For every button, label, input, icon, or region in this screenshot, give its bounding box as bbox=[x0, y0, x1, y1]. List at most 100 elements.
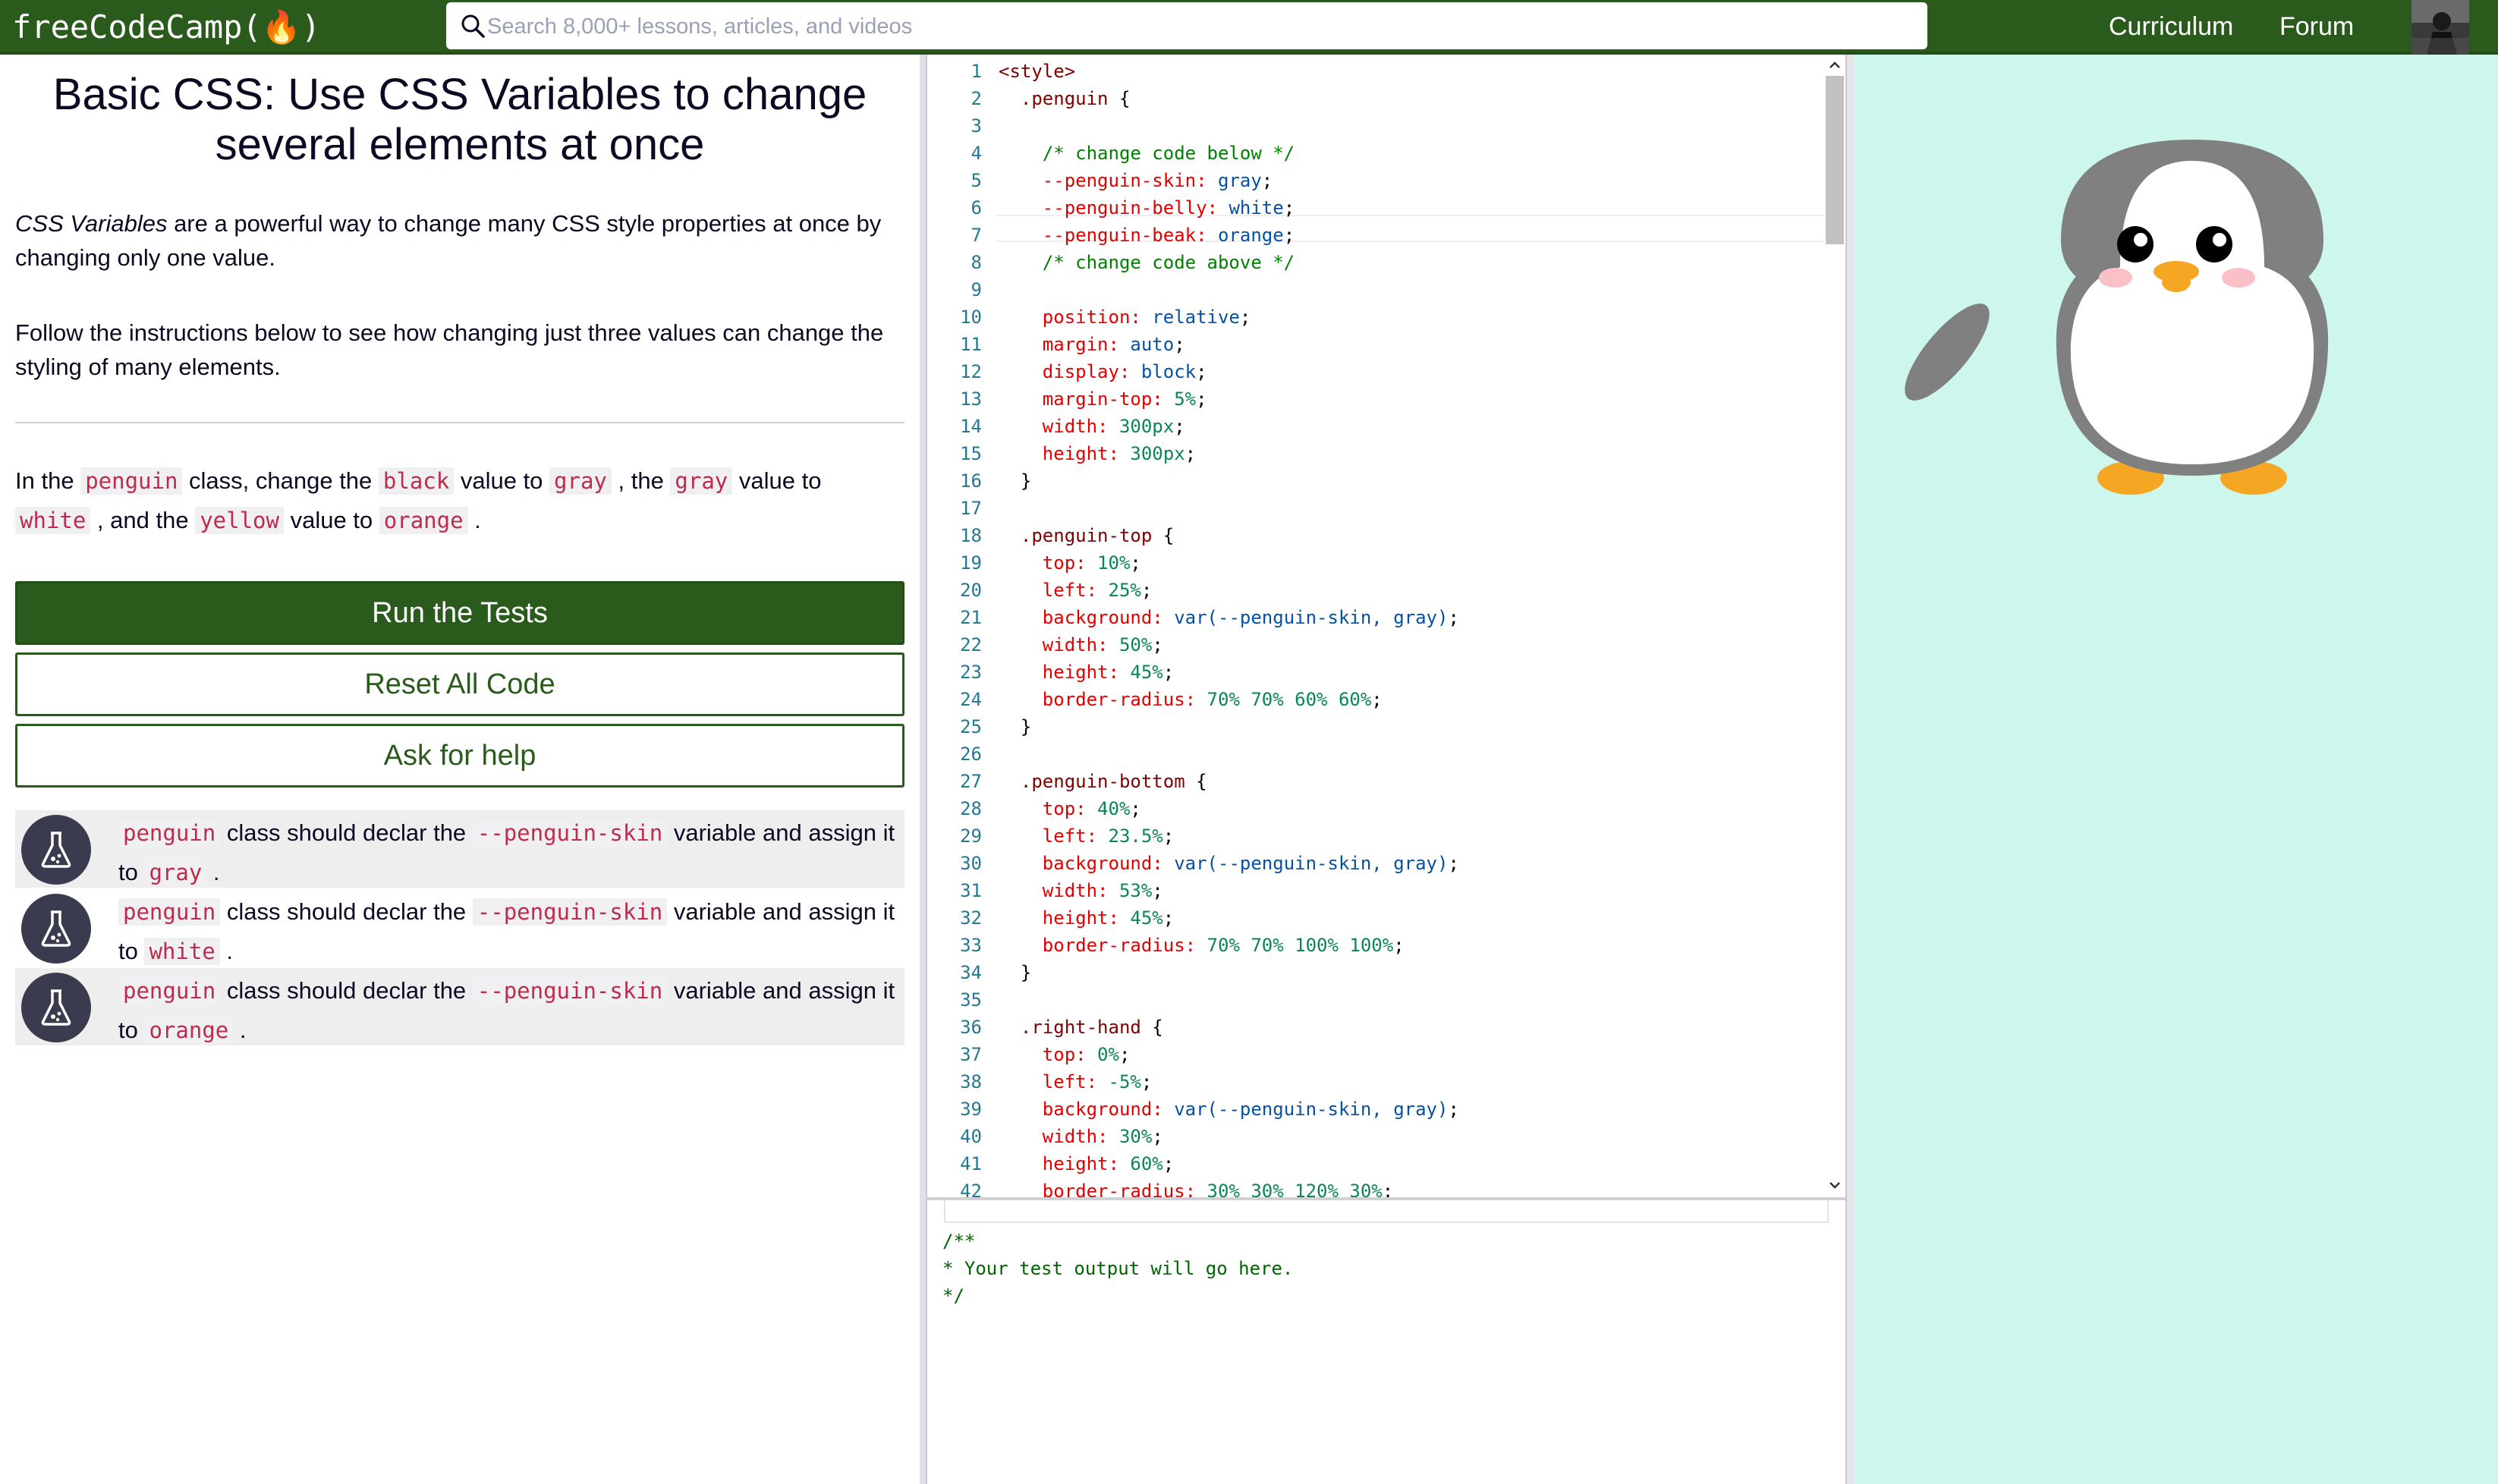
line-content: height: 45%; bbox=[999, 904, 1174, 932]
code-line[interactable]: 8 /* change code above */ bbox=[927, 249, 1830, 276]
code-line[interactable]: 40 width: 30%; bbox=[927, 1123, 1830, 1150]
scrollbar-thumb[interactable] bbox=[1826, 76, 1844, 244]
code-token: ; bbox=[1448, 1099, 1459, 1120]
line-number: 14 bbox=[960, 416, 982, 437]
code-line[interactable]: 14 width: 300px; bbox=[927, 413, 1830, 440]
code-line[interactable]: 34 } bbox=[927, 959, 1830, 986]
code-line[interactable]: 22 width: 50%; bbox=[927, 631, 1830, 659]
code-line[interactable]: 23 height: 45%; bbox=[927, 659, 1830, 686]
code-line[interactable]: 3 bbox=[927, 112, 1830, 140]
line-number: 24 bbox=[960, 689, 982, 710]
code-line[interactable]: 21 background: var(--penguin-skin, gray)… bbox=[927, 604, 1830, 631]
code-line[interactable]: 30 background: var(--penguin-skin, gray)… bbox=[927, 850, 1830, 877]
code-line[interactable]: 9 bbox=[927, 276, 1830, 303]
line-content: top: 10%; bbox=[999, 549, 1141, 577]
nav-link-curriculum[interactable]: Curriculum bbox=[2109, 8, 2233, 46]
code-line[interactable]: 27 .penguin-bottom { bbox=[927, 768, 1830, 795]
code-line[interactable]: 39 background: var(--penguin-skin, gray)… bbox=[927, 1096, 1830, 1123]
code-line[interactable]: 12 display: block; bbox=[927, 358, 1830, 385]
code-line[interactable]: 10 position: relative; bbox=[927, 303, 1830, 331]
code-token: var(--penguin-skin, gray) bbox=[1174, 853, 1449, 874]
freecodecamp-logo[interactable]: freeCodeCamp(🔥) bbox=[12, 5, 320, 50]
code-token: 30% 30% 120% 30% bbox=[1207, 1181, 1383, 1197]
search-input[interactable] bbox=[486, 8, 1915, 45]
line-number: 35 bbox=[960, 989, 982, 1011]
run-tests-button[interactable]: Run the Tests bbox=[15, 581, 905, 645]
pane-splitter-right[interactable] bbox=[1845, 55, 1855, 1484]
code-token: 30% bbox=[1118, 1126, 1153, 1147]
code-line[interactable]: 16 } bbox=[927, 467, 1830, 495]
code-line[interactable]: 5 --penguin-skin: gray; bbox=[927, 167, 1830, 194]
instr-text: In the bbox=[15, 467, 81, 494]
code-token: ; bbox=[1283, 225, 1295, 246]
line-number: 42 bbox=[960, 1181, 982, 1197]
instr-code: black bbox=[378, 467, 455, 495]
code-line[interactable]: 4 /* change code below */ bbox=[927, 140, 1830, 167]
code-token: left: bbox=[1042, 1071, 1098, 1093]
chevron-up-icon[interactable] bbox=[1827, 58, 1842, 73]
code-line[interactable]: 19 top: 10%; bbox=[927, 549, 1830, 577]
code-token: ; bbox=[1162, 825, 1175, 847]
reset-code-button[interactable]: Reset All Code bbox=[15, 652, 905, 716]
line-content: width: 50%; bbox=[999, 631, 1163, 659]
editor-scrollbar[interactable] bbox=[1824, 55, 1845, 1197]
code-line[interactable]: 33 border-radius: 70% 70% 100% 100%; bbox=[927, 932, 1830, 959]
code-token: 70% 70% 100% 100% bbox=[1207, 935, 1394, 956]
code-line[interactable]: 38 left: -5%; bbox=[927, 1068, 1830, 1096]
code-token: top: bbox=[1042, 552, 1087, 574]
line-content: margin-top: 5%; bbox=[999, 385, 1207, 413]
code-token: ; bbox=[1118, 1044, 1131, 1065]
code-line[interactable]: 15 height: 300px; bbox=[927, 440, 1830, 467]
code-token: ; bbox=[1162, 907, 1175, 929]
code-line[interactable]: 26 bbox=[927, 740, 1830, 768]
line-number: 11 bbox=[960, 334, 982, 355]
code-line[interactable]: 13 margin-top: 5%; bbox=[927, 385, 1830, 413]
code-line[interactable]: 18 .penguin-top { bbox=[927, 522, 1830, 549]
code-token: white bbox=[1229, 197, 1284, 219]
code-line[interactable]: 25 } bbox=[927, 713, 1830, 740]
code-line[interactable]: 7 --penguin-beak: orange; bbox=[927, 222, 1830, 249]
code-token: background: bbox=[1042, 1099, 1163, 1120]
code-line[interactable]: 2 .penguin { bbox=[927, 85, 1830, 112]
code-line[interactable]: 11 margin: auto; bbox=[927, 331, 1830, 358]
code-line[interactable]: 20 left: 25%; bbox=[927, 577, 1830, 604]
line-number: 37 bbox=[960, 1044, 982, 1065]
code-token: height: bbox=[1042, 662, 1119, 683]
code-line[interactable]: 32 height: 45%; bbox=[927, 904, 1830, 932]
line-content: .penguin { bbox=[999, 85, 1131, 112]
code-line[interactable]: 41 height: 60%; bbox=[927, 1150, 1830, 1177]
code-line[interactable]: 6 --penguin-belly: white; bbox=[927, 194, 1830, 222]
code-line[interactable]: 1 <style> bbox=[927, 58, 1830, 85]
chevron-down-icon[interactable] bbox=[1827, 1177, 1842, 1193]
code-line[interactable]: 29 left: 23.5%; bbox=[927, 822, 1830, 850]
code-line[interactable]: 17 bbox=[927, 495, 1830, 522]
code-token: .penguin-top bbox=[1020, 525, 1153, 546]
flask-icon bbox=[21, 973, 91, 1042]
code-token: orange bbox=[1218, 225, 1284, 246]
search-box[interactable] bbox=[446, 2, 1927, 49]
code-line[interactable]: 42 border-radius: 30% 30% 120% 30%; bbox=[927, 1177, 1830, 1197]
code-token: gray bbox=[1218, 170, 1262, 191]
code-editor[interactable]: 1 <style> 2 .penguin {3 4 /* change code be… bbox=[927, 55, 1845, 1197]
line-number: 2 bbox=[971, 88, 982, 109]
preview-pane bbox=[1855, 55, 2498, 1484]
code-line[interactable]: 36 .right-hand { bbox=[927, 1014, 1830, 1041]
nav-link-forum[interactable]: Forum bbox=[2279, 8, 2354, 46]
code-token: ; bbox=[1130, 798, 1141, 819]
pane-splitter-left[interactable] bbox=[920, 55, 927, 1484]
ask-help-button[interactable]: Ask for help bbox=[15, 724, 905, 788]
code-line[interactable]: 31 width: 53%; bbox=[927, 877, 1830, 904]
code-line[interactable]: 35 bbox=[927, 986, 1830, 1014]
code-line[interactable]: 37 top: 0%; bbox=[927, 1041, 1830, 1068]
user-avatar[interactable] bbox=[2411, 0, 2469, 55]
line-number: 9 bbox=[971, 279, 982, 300]
code-line[interactable]: 24 border-radius: 70% 70% 60% 60%; bbox=[927, 686, 1830, 713]
line-content: border-radius: 70% 70% 60% 60%; bbox=[999, 686, 1383, 713]
code-line[interactable]: 28 top: 40%; bbox=[927, 795, 1830, 822]
